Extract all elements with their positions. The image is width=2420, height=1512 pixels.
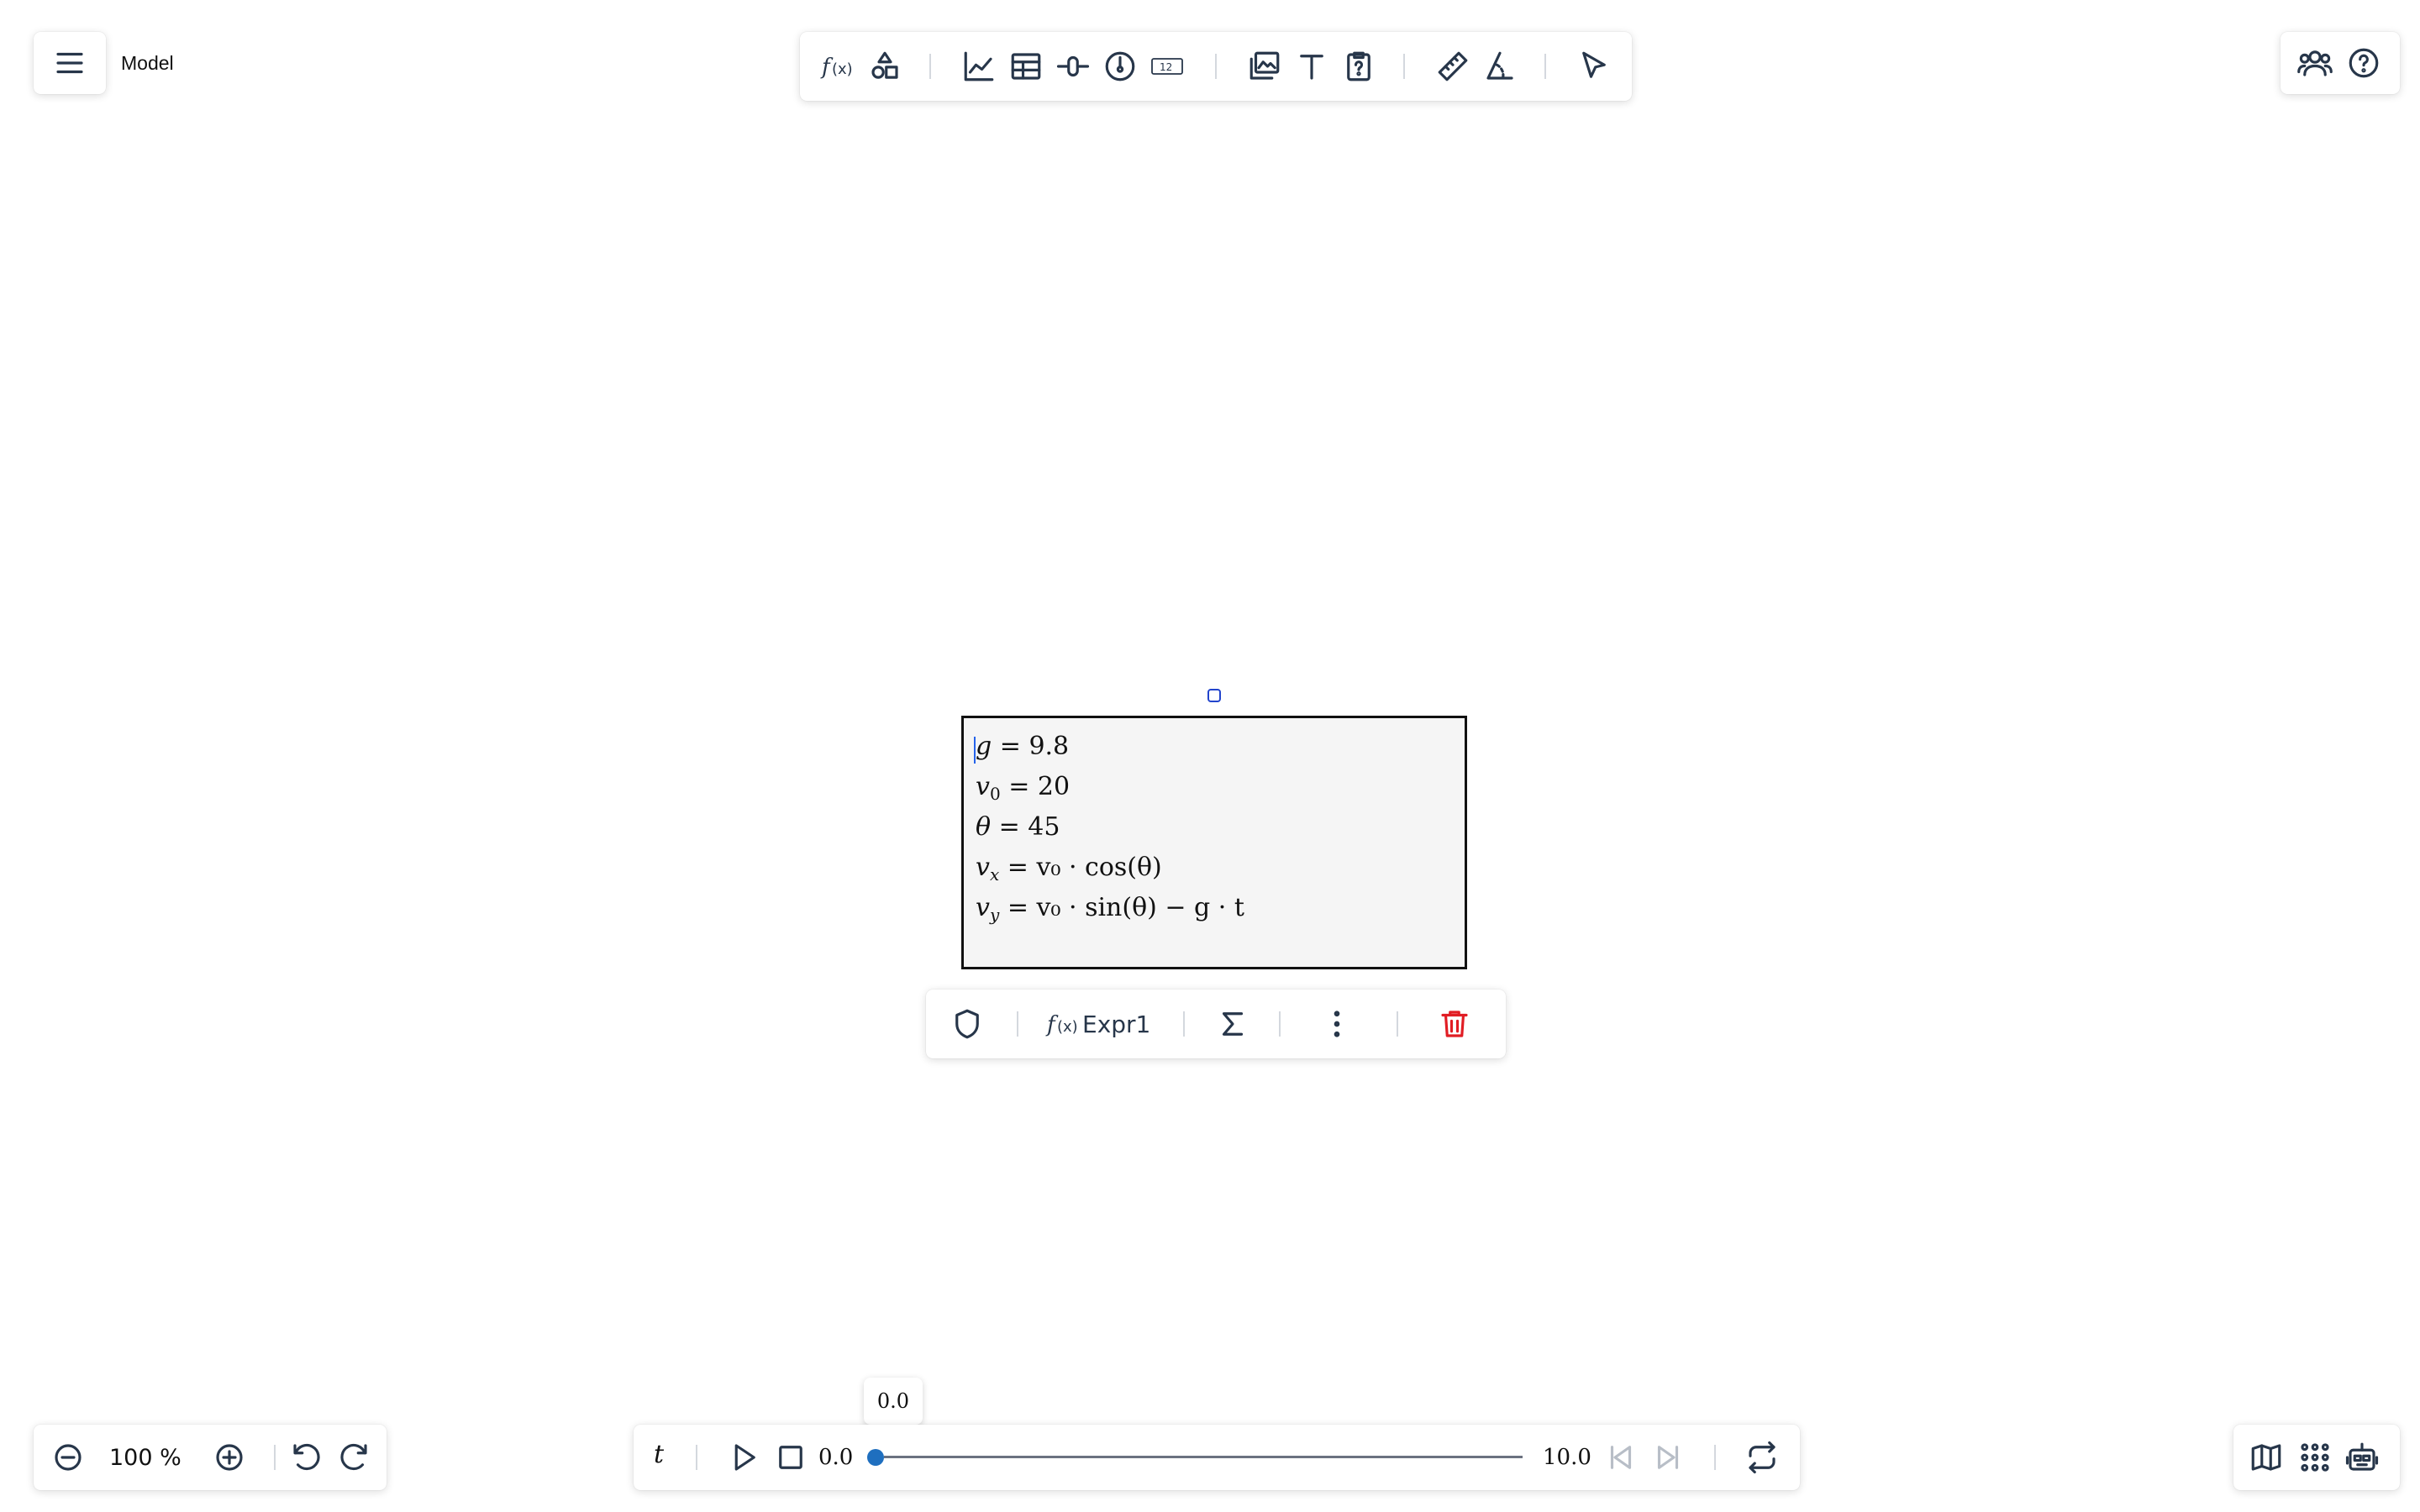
step-forward-icon[interactable]: [1649, 1438, 1687, 1477]
zoom-in-icon[interactable]: [210, 1438, 249, 1477]
rotate-handle[interactable]: [1207, 689, 1221, 702]
view-options-panel: [2233, 1425, 2400, 1490]
expression-line[interactable]: v0 = 20: [976, 772, 1070, 804]
gauge-icon[interactable]: [1101, 47, 1139, 86]
media-icon[interactable]: [1245, 47, 1284, 86]
function-tool-icon[interactable]: f (x): [818, 47, 857, 86]
grid-icon[interactable]: [2296, 1438, 2334, 1477]
document-title: Model: [121, 52, 174, 74]
timeline-track[interactable]: [884, 1456, 1523, 1458]
stop-icon[interactable]: [771, 1438, 810, 1477]
pointer-icon[interactable]: [1575, 47, 1613, 86]
expression-box[interactable]: g = 9.8 v0 = 20 θ = 45 vx = v₀ · cos(θ) …: [961, 716, 1467, 969]
map-icon[interactable]: [2247, 1438, 2286, 1477]
zoom-out-icon[interactable]: [49, 1438, 87, 1477]
expression-name-button[interactable]: f (x) Expr1: [1045, 1005, 1163, 1043]
svg-text:(x): (x): [832, 60, 853, 78]
zoom-panel: 100 %: [34, 1425, 387, 1490]
help-icon[interactable]: [2344, 44, 2383, 82]
ruler-icon[interactable]: [1434, 47, 1472, 86]
text-icon[interactable]: [1292, 47, 1331, 86]
number-box-icon[interactable]: 12: [1148, 47, 1186, 86]
step-back-icon[interactable]: [1602, 1438, 1640, 1477]
more-vertical-icon[interactable]: [1318, 1005, 1356, 1043]
menu-panel: [34, 32, 106, 94]
table-icon[interactable]: [1007, 47, 1045, 86]
svg-text:(x): (x): [1057, 1018, 1078, 1036]
timeline-variable[interactable]: t: [654, 1440, 664, 1469]
timeline-tooltip: 0.0: [864, 1378, 923, 1425]
question-card-icon[interactable]: [1339, 47, 1378, 86]
shapes-icon[interactable]: [865, 47, 904, 86]
expression-line[interactable]: θ = 45: [976, 812, 1060, 842]
main-toolbar: f (x) 12: [800, 32, 1632, 101]
timeline-panel: t 0.0 10.0: [634, 1425, 1800, 1490]
timeline-start: 0.0: [818, 1445, 854, 1470]
sigma-icon[interactable]: [1213, 1005, 1252, 1043]
fx-icon: f (x): [1045, 1012, 1078, 1037]
loop-icon[interactable]: [1743, 1438, 1781, 1477]
play-icon[interactable]: [724, 1438, 763, 1477]
users-icon[interactable]: [2296, 44, 2334, 82]
slider-icon[interactable]: [1054, 47, 1092, 86]
expression-line[interactable]: g = 9.8: [976, 732, 1069, 761]
timeline-handle[interactable]: [867, 1449, 884, 1466]
timeline-end[interactable]: 10.0: [1543, 1445, 1591, 1470]
collaboration-panel: [2281, 32, 2400, 94]
svg-text:12: 12: [1160, 61, 1172, 73]
expression-line[interactable]: vx = v₀ · cos(θ): [976, 853, 1162, 885]
expression-name-label: Expr1: [1082, 1010, 1151, 1038]
redo-icon[interactable]: [334, 1438, 373, 1477]
trash-icon[interactable]: [1435, 1005, 1474, 1043]
robot-icon[interactable]: [2343, 1438, 2381, 1477]
zoom-level: 100 %: [109, 1445, 182, 1471]
undo-icon[interactable]: [287, 1438, 326, 1477]
expression-line[interactable]: vy = v₀ · sin(θ) − g · t: [976, 893, 1244, 925]
line-chart-icon[interactable]: [960, 47, 998, 86]
hamburger-menu-icon[interactable]: [50, 44, 89, 82]
shield-icon[interactable]: [948, 1005, 986, 1043]
protractor-icon[interactable]: [1481, 47, 1519, 86]
expression-context-toolbar: f (x) Expr1: [926, 990, 1506, 1058]
